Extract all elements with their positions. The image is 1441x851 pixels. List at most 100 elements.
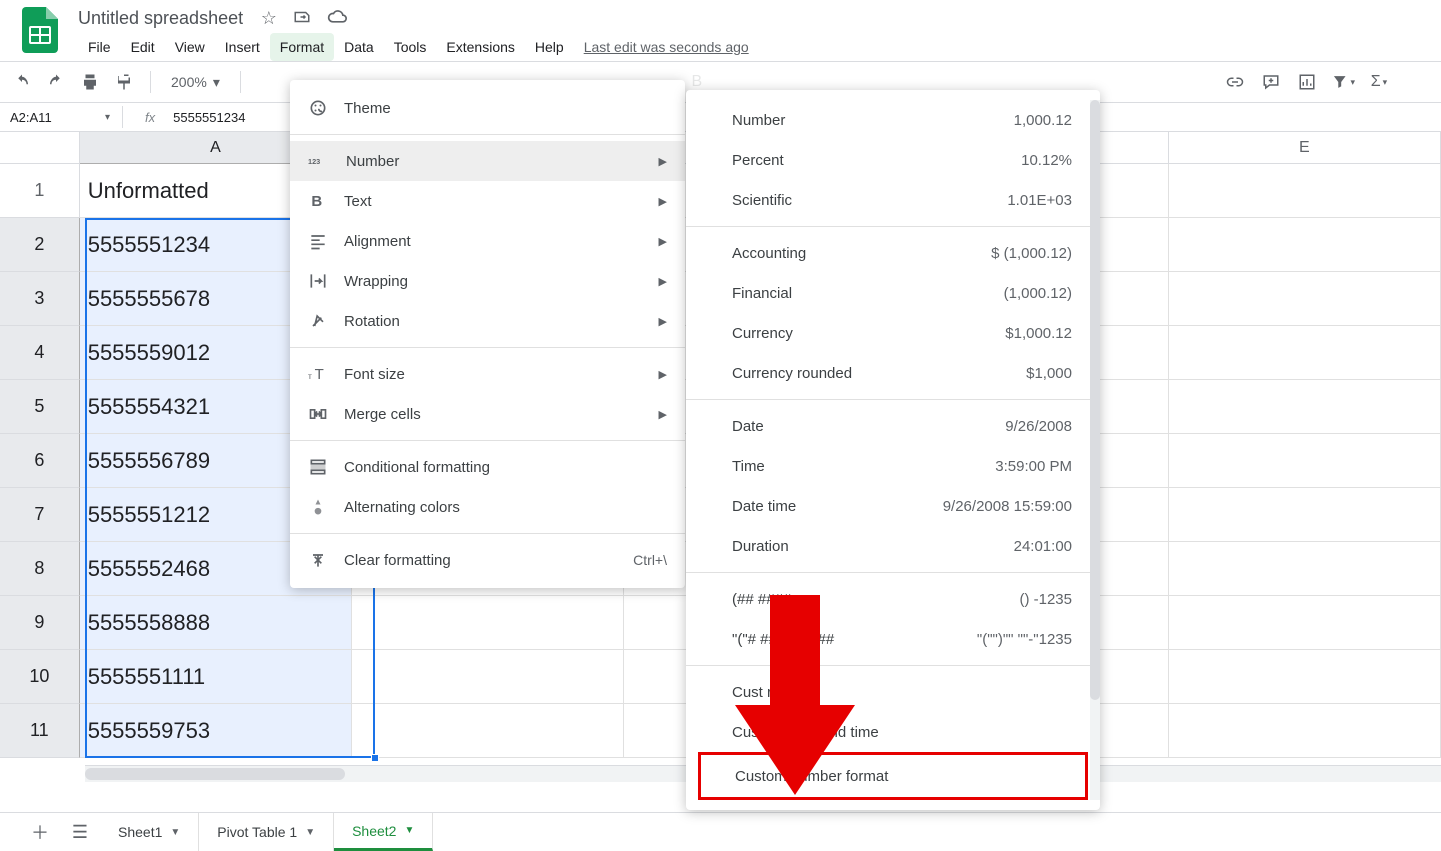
cell[interactable] bbox=[1169, 650, 1441, 704]
format-merge-label: Merge cells bbox=[344, 406, 421, 423]
row-header[interactable]: 11 bbox=[0, 704, 80, 758]
sheet-tab[interactable]: Sheet1▼ bbox=[100, 813, 199, 851]
name-box[interactable]: A2:A11 ▾ bbox=[0, 110, 118, 125]
row-header[interactable]: 6 bbox=[0, 434, 80, 488]
cell[interactable] bbox=[1169, 380, 1441, 434]
cell[interactable]: 5555558888 bbox=[80, 596, 352, 650]
star-icon[interactable]: ☆ bbox=[261, 8, 277, 29]
menu-help[interactable]: Help bbox=[525, 33, 574, 61]
add-sheet-icon[interactable]: ＋ bbox=[20, 819, 60, 845]
undo-icon[interactable] bbox=[10, 70, 34, 94]
format-merge[interactable]: Merge cells ▶ bbox=[290, 394, 685, 434]
number-format-option[interactable]: "("# ###"-"####"("")"" ""-"1235 bbox=[686, 619, 1100, 659]
filter-icon[interactable]: ▾ bbox=[1331, 70, 1355, 94]
selection-handle[interactable] bbox=[371, 754, 379, 762]
sheet-tab[interactable]: Sheet2▼ bbox=[334, 813, 433, 851]
number-format-option[interactable]: Percent10.12% bbox=[686, 140, 1100, 180]
format-rotation[interactable]: Rotation ▶ bbox=[290, 301, 685, 341]
format-rotation-label: Rotation bbox=[344, 313, 400, 330]
format-conditional[interactable]: Conditional formatting bbox=[290, 447, 685, 487]
link-icon[interactable] bbox=[1223, 70, 1247, 94]
format-theme[interactable]: Theme bbox=[290, 88, 685, 128]
number-format-option[interactable]: (## ####() -1235 bbox=[686, 579, 1100, 619]
cell[interactable] bbox=[1169, 218, 1441, 272]
move-icon[interactable] bbox=[293, 8, 311, 29]
doc-title[interactable]: Untitled spreadsheet bbox=[78, 8, 257, 29]
name-box-value: A2:A11 bbox=[10, 110, 52, 125]
row-header[interactable]: 10 bbox=[0, 650, 80, 704]
comment-icon[interactable] bbox=[1259, 70, 1283, 94]
cell[interactable] bbox=[352, 650, 624, 704]
row-header[interactable]: 4 bbox=[0, 326, 80, 380]
number-format-option[interactable]: Custom date and time bbox=[686, 712, 1100, 752]
submenu-scrollbar[interactable] bbox=[1090, 100, 1100, 800]
number-format-option[interactable]: Number1,000.12 bbox=[686, 100, 1100, 140]
number-format-label: Number bbox=[732, 112, 785, 129]
col-header-E[interactable]: E bbox=[1169, 132, 1441, 164]
cell[interactable] bbox=[1169, 704, 1441, 758]
paint-format-icon[interactable] bbox=[112, 70, 136, 94]
all-sheets-icon[interactable]: ☰ bbox=[60, 822, 100, 843]
number-format-option[interactable]: Scientific1.01E+03 bbox=[686, 180, 1100, 220]
menu-tools[interactable]: Tools bbox=[384, 33, 437, 61]
cell[interactable]: 5555559753 bbox=[80, 704, 352, 758]
cell[interactable] bbox=[1169, 326, 1441, 380]
format-text-label: Text bbox=[344, 193, 372, 210]
cell[interactable] bbox=[1169, 596, 1441, 650]
number-format-option[interactable]: Financial(1,000.12) bbox=[686, 273, 1100, 313]
redo-icon[interactable] bbox=[44, 70, 68, 94]
menu-view[interactable]: View bbox=[165, 33, 215, 61]
select-all-corner[interactable] bbox=[0, 132, 80, 164]
number-format-sample: 10.12% bbox=[1021, 152, 1072, 169]
menu-insert[interactable]: Insert bbox=[215, 33, 270, 61]
row-header[interactable]: 9 bbox=[0, 596, 80, 650]
number-format-option[interactable]: Date time9/26/2008 15:59:00 bbox=[686, 486, 1100, 526]
number-format-label: "("# ###"-"#### bbox=[732, 631, 834, 648]
row-header[interactable]: 7 bbox=[0, 488, 80, 542]
format-text[interactable]: B Text ▶ bbox=[290, 181, 685, 221]
menu-file[interactable]: File bbox=[78, 33, 121, 61]
menu-extensions[interactable]: Extensions bbox=[436, 33, 524, 61]
number-format-option[interactable]: Accounting$ (1,000.12) bbox=[686, 233, 1100, 273]
cell[interactable] bbox=[1169, 434, 1441, 488]
row-header[interactable]: 3 bbox=[0, 272, 80, 326]
functions-icon[interactable]: Σ▾ bbox=[1367, 70, 1391, 94]
number-format-option[interactable]: Duration24:01:00 bbox=[686, 526, 1100, 566]
menu-format[interactable]: Format bbox=[270, 33, 334, 61]
menu-edit[interactable]: Edit bbox=[121, 33, 165, 61]
row-header[interactable]: 2 bbox=[0, 218, 80, 272]
number-format-option[interactable]: Currency rounded$1,000 bbox=[686, 353, 1100, 393]
format-fontsize[interactable]: тT Font size ▶ bbox=[290, 354, 685, 394]
number-format-option[interactable]: Custom number format bbox=[698, 752, 1088, 800]
number-format-option[interactable]: Time3:59:00 PM bbox=[686, 446, 1100, 486]
cell[interactable] bbox=[1169, 542, 1441, 596]
row-header[interactable]: 1 bbox=[0, 164, 80, 218]
format-alternating[interactable]: Alternating colors bbox=[290, 487, 685, 527]
chart-icon[interactable] bbox=[1295, 70, 1319, 94]
formula-value[interactable]: 5555551234 bbox=[173, 110, 245, 125]
sheet-tab[interactable]: Pivot Table 1▼ bbox=[199, 813, 334, 851]
format-fontsize-label: Font size bbox=[344, 366, 405, 383]
number-format-option[interactable]: Date9/26/2008 bbox=[686, 406, 1100, 446]
number-format-option[interactable]: Cust rrency bbox=[686, 672, 1100, 712]
menu-data[interactable]: Data bbox=[334, 33, 384, 61]
last-edit-link[interactable]: Last edit was seconds ago bbox=[574, 33, 759, 61]
format-alignment[interactable]: Alignment ▶ bbox=[290, 221, 685, 261]
zoom-select[interactable]: 200% ▾ bbox=[165, 74, 226, 91]
cell[interactable] bbox=[352, 704, 624, 758]
format-clear[interactable]: Clear formatting Ctrl+\ bbox=[290, 540, 685, 580]
number-format-sample: $ (1,000.12) bbox=[991, 245, 1072, 262]
row-header[interactable]: 5 bbox=[0, 380, 80, 434]
format-wrapping[interactable]: Wrapping ▶ bbox=[290, 261, 685, 301]
format-clear-label: Clear formatting bbox=[344, 552, 451, 569]
cell[interactable] bbox=[1169, 164, 1441, 218]
print-icon[interactable] bbox=[78, 70, 102, 94]
cell[interactable]: 5555551111 bbox=[80, 650, 352, 704]
cell[interactable] bbox=[1169, 272, 1441, 326]
cloud-status-icon[interactable] bbox=[327, 8, 347, 29]
format-number[interactable]: 123 Number ▶ bbox=[290, 141, 685, 181]
row-header[interactable]: 8 bbox=[0, 542, 80, 596]
cell[interactable] bbox=[1169, 488, 1441, 542]
cell[interactable] bbox=[352, 596, 624, 650]
number-format-option[interactable]: Currency$1,000.12 bbox=[686, 313, 1100, 353]
